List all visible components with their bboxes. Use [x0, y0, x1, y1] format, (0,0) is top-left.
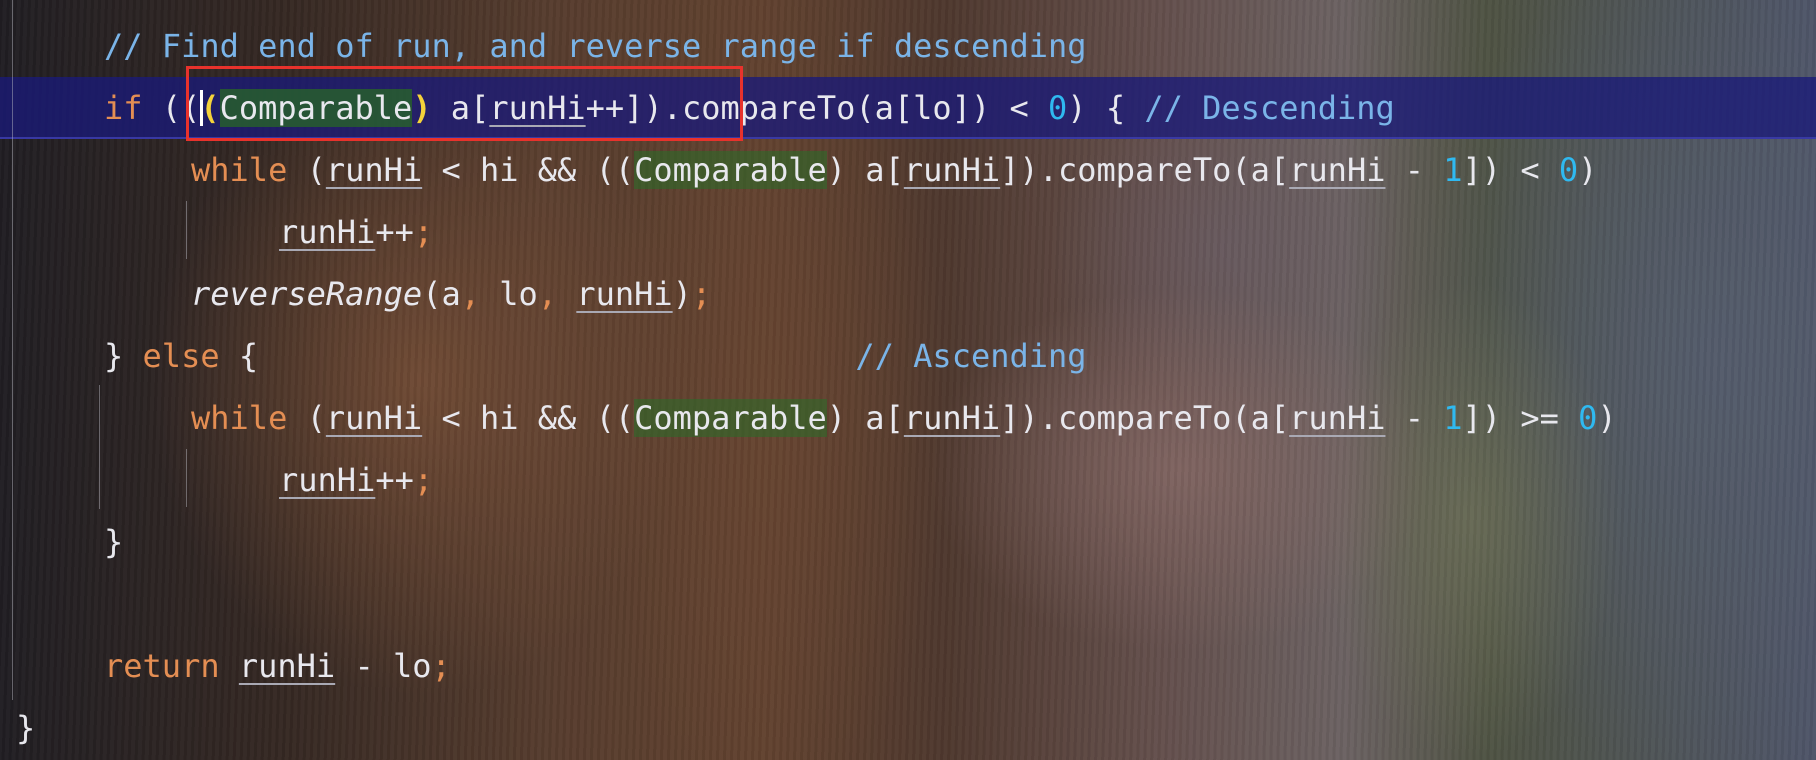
punctuation-token: ;	[413, 213, 434, 251]
indent-guide	[186, 449, 187, 507]
code-token: < hi && ((	[422, 399, 635, 437]
number-literal: 1	[1443, 151, 1463, 189]
variable-token: runHi	[279, 461, 376, 499]
code-token: }	[104, 337, 143, 375]
code-token: ++	[375, 461, 414, 499]
code-line-close-if[interactable]: }	[0, 511, 1816, 573]
code-token: ]) <	[1462, 151, 1559, 189]
code-token: )	[672, 275, 692, 313]
punctuation-token: ;	[413, 461, 434, 499]
variable-token: runHi	[279, 213, 376, 251]
code-token: )	[1578, 151, 1598, 189]
code-token: (	[287, 399, 326, 437]
variable-token: runHi	[903, 399, 1001, 437]
code-line-close-method[interactable]: }	[0, 697, 1816, 759]
keyword-token: return	[104, 647, 220, 685]
keyword-token: else	[142, 337, 220, 375]
code-token: ) a[	[826, 399, 904, 437]
type-token: Comparable	[634, 399, 827, 437]
type-token: Comparable	[634, 151, 827, 189]
method-call-token: reverseRange	[191, 275, 423, 313]
keyword-token: while	[191, 399, 288, 437]
code-line-reverse-range[interactable]: reverseRange(a, lo, runHi);	[0, 263, 1816, 325]
variable-token: runHi	[903, 151, 1001, 189]
number-literal: 0	[1578, 399, 1598, 437]
code-line-increment-1[interactable]: runHi++;	[0, 201, 1816, 263]
comment-token: // Find end of run, and reverse range if…	[104, 27, 1087, 65]
variable-token: runHi	[1289, 399, 1386, 437]
punctuation-token: ,	[460, 275, 480, 313]
number-literal: 0	[1048, 89, 1068, 127]
number-literal: 0	[1558, 151, 1579, 189]
punctuation-token: ;	[431, 647, 451, 685]
indent-guide	[186, 201, 187, 259]
code-token: - lo	[335, 647, 432, 685]
code-token: (	[287, 151, 326, 189]
variable-token: runHi	[325, 399, 423, 437]
code-line-while-descending[interactable]: while (runHi < hi && ((Comparable) a[run…	[0, 139, 1816, 201]
code-token: ) a[	[826, 151, 904, 189]
punctuation-token: ,	[537, 275, 558, 313]
code-token: ]) >=	[1462, 399, 1579, 437]
punctuation-token: ;	[691, 275, 712, 313]
code-editor[interactable]: // Find end of run, and reverse range if…	[0, 0, 1816, 760]
code-token: (	[142, 89, 182, 127]
code-token: ) {	[1067, 89, 1145, 127]
code-token: -	[1385, 399, 1444, 437]
comment-token: // Descending	[1144, 89, 1395, 127]
code-token: }	[16, 709, 36, 747]
keyword-token: while	[191, 151, 288, 189]
code-token: {	[219, 337, 856, 375]
comment-token: // Ascending	[855, 337, 1087, 375]
selection-highlight-box	[186, 66, 743, 141]
code-token: -	[1385, 151, 1444, 189]
indent-guide	[12, 0, 13, 700]
code-line-return-statement[interactable]: return runHi - lo;	[0, 635, 1816, 697]
number-literal: 1	[1443, 399, 1463, 437]
code-token: < hi && ((	[422, 151, 635, 189]
code-token: ]).compareTo(a[	[1000, 151, 1290, 189]
variable-token: runHi	[1289, 151, 1386, 189]
code-line-blank[interactable]	[0, 573, 1816, 635]
variable-token: runHi	[238, 647, 336, 685]
code-line-increment-2[interactable]: runHi++;	[0, 449, 1816, 511]
keyword-token: if	[104, 89, 143, 127]
variable-token: runHi	[325, 151, 423, 189]
indent-guide	[99, 385, 100, 509]
code-token: )	[1597, 399, 1617, 437]
code-token: (a	[422, 275, 461, 313]
code-line-else-branch[interactable]: } else { // Ascending	[0, 325, 1816, 387]
code-token: ++	[375, 213, 414, 251]
code-line-while-ascending[interactable]: while (runHi < hi && ((Comparable) a[run…	[0, 387, 1816, 449]
code-token: }	[104, 523, 124, 561]
code-token: ]).compareTo(a[	[1000, 399, 1290, 437]
code-token: lo	[479, 275, 538, 313]
variable-token: runHi	[576, 275, 673, 313]
